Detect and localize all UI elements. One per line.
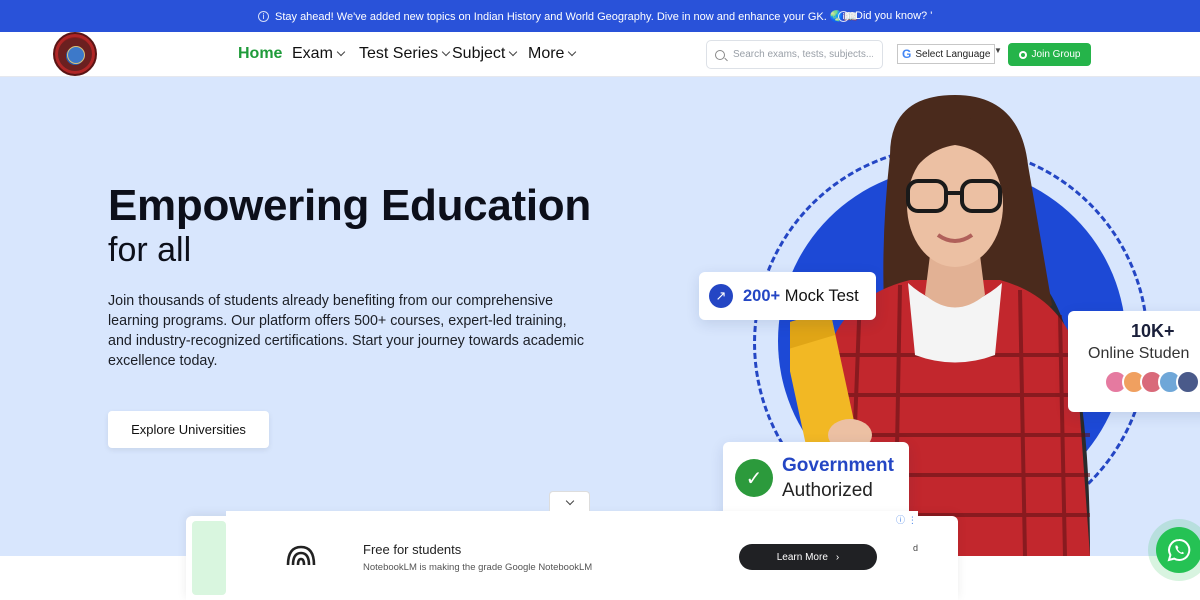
nav-exam[interactable]: Exam: [292, 32, 346, 76]
chevron-down-icon: [441, 47, 451, 57]
nav-home-label: Home: [238, 45, 283, 62]
ad-side-tile: [192, 521, 226, 595]
language-label: Select Language: [915, 48, 991, 60]
chevron-down-icon: [509, 47, 518, 57]
online-students-label: Online Studen: [1088, 345, 1190, 362]
nav-test-series[interactable]: Test Series: [359, 32, 451, 76]
online-students-count: 10K+: [1131, 321, 1175, 341]
announcement-text: Stay ahead! We've added new topics on In…: [275, 10, 858, 23]
ad-collapse-toggle[interactable]: [549, 491, 590, 512]
mock-test-badge: ↗ 200+ Mock Test: [699, 272, 876, 320]
language-selector[interactable]: G Select Language: [897, 44, 996, 64]
avatar: [1176, 370, 1200, 394]
hero-subtitle: for all: [108, 231, 192, 269]
chevron-down-icon: [568, 47, 577, 57]
mock-test-label: Mock Test: [780, 286, 859, 305]
explore-universities-button[interactable]: Explore Universities: [108, 411, 269, 448]
whatsapp-icon: [1167, 538, 1191, 562]
check-icon: ✓: [735, 459, 773, 497]
search-icon: [715, 49, 725, 60]
info-icon: i: [258, 10, 269, 22]
arrow-up-right-icon: ↗: [709, 284, 733, 308]
nav-test-series-label: Test Series: [359, 45, 439, 62]
google-icon: G: [902, 47, 912, 61]
hero-section: Empowering Education for all Join thousa…: [0, 77, 1200, 556]
ad-banner[interactable]: Free for students NotebookLM is making t…: [226, 511, 918, 600]
caret-down-icon[interactable]: ▼: [994, 46, 1002, 55]
site-header: Home Exam Test Series Subject More G Sel…: [0, 32, 1200, 77]
announcement-message: i Stay ahead! We've added new topics on …: [258, 0, 857, 32]
nav-more-label: More: [528, 45, 565, 62]
chevron-down-icon: [565, 496, 574, 505]
chevron-down-icon: [336, 47, 346, 57]
nav-more[interactable]: More: [528, 32, 577, 76]
announcement-bar: i Stay ahead! We've added new topics on …: [0, 0, 1200, 32]
info-icon: i: [838, 10, 849, 22]
hero-description: Join thousands of students already benef…: [108, 293, 584, 369]
nav-subject-label: Subject: [452, 45, 506, 62]
whatsapp-float-button[interactable]: [1156, 527, 1200, 573]
notebooklm-logo-icon: [286, 545, 316, 566]
mock-test-text: 200+ Mock Test: [743, 287, 859, 306]
ad-subtitle: NotebookLM is making the grade Google No…: [363, 562, 593, 573]
site-logo[interactable]: [53, 32, 97, 76]
online-students-badge: 10K+ Online Studen: [1068, 311, 1200, 412]
learn-more-label: Learn More: [776, 551, 828, 563]
gov-line2: Authorized: [782, 480, 873, 501]
mock-test-count: 200+: [743, 286, 781, 305]
hero-title: Empowering Education: [108, 181, 591, 230]
nav-exam-label: Exam: [292, 45, 333, 62]
whatsapp-icon: [1018, 50, 1027, 59]
announcement-message-2: i Did you know? ': [838, 0, 932, 32]
join-group-label: Join Group: [1031, 49, 1081, 60]
search-box[interactable]: [706, 40, 883, 69]
learn-more-button[interactable]: Learn More ›: [739, 544, 877, 570]
ad-truncated-text: d: [913, 543, 919, 553]
join-group-button[interactable]: Join Group: [1008, 43, 1091, 66]
ad-info-icon[interactable]: ⓘ ⋮: [896, 513, 917, 526]
chevron-right-icon: ›: [835, 551, 840, 563]
avatar-group: [1104, 370, 1200, 394]
gov-line1: Government: [782, 455, 894, 476]
announcement-text-2: Did you know? ': [855, 10, 933, 22]
nav-home[interactable]: Home: [238, 32, 282, 76]
ad-title: Free for students: [363, 542, 462, 557]
nav-subject[interactable]: Subject: [452, 32, 518, 76]
search-input[interactable]: [733, 49, 873, 60]
